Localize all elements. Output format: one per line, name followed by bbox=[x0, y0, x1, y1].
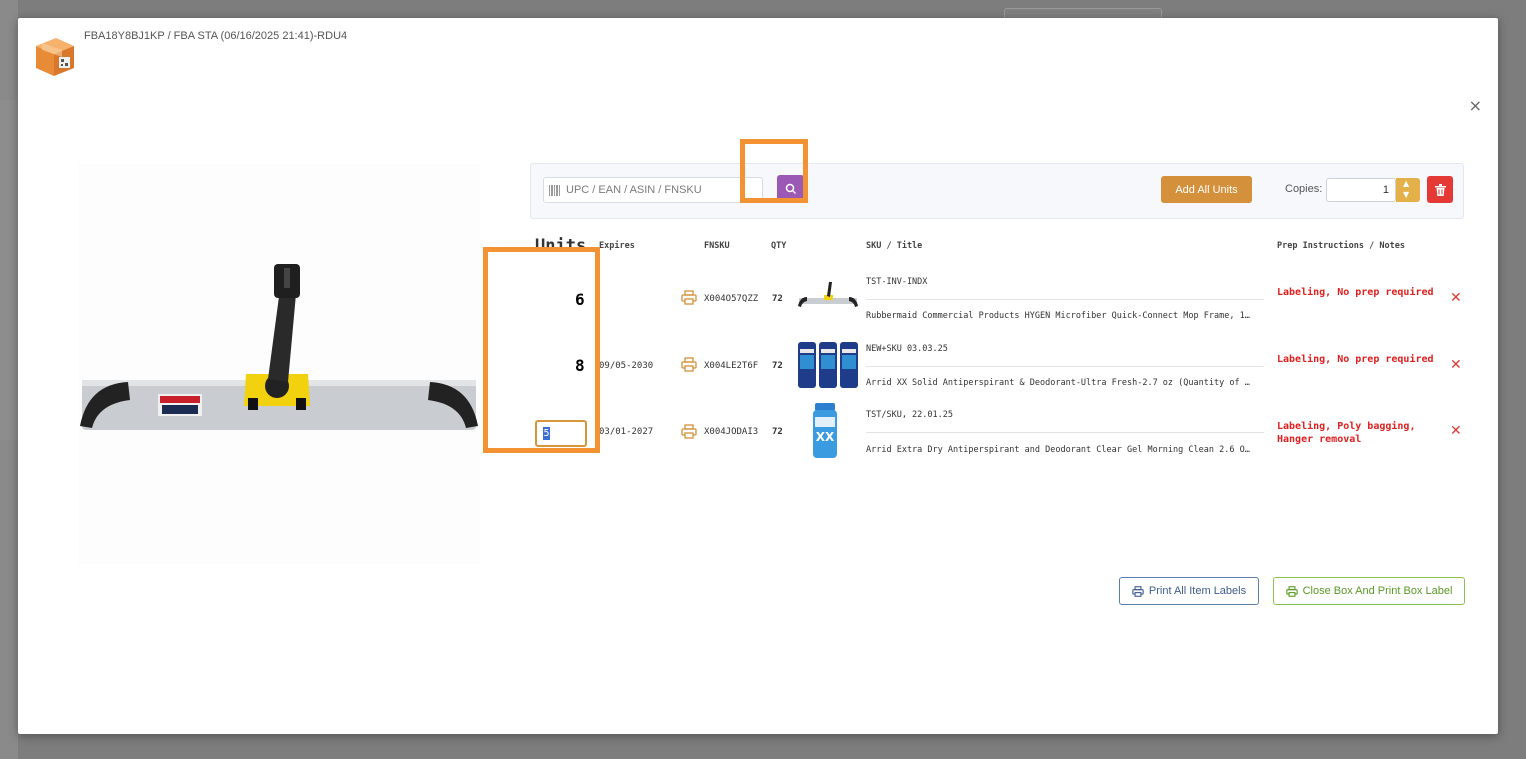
close-icon[interactable]: × bbox=[1469, 98, 1482, 114]
row-sku: TST/SKU, 22.01.25 bbox=[866, 410, 953, 420]
remove-row-icon[interactable]: ✕ bbox=[1450, 291, 1462, 305]
row-divider bbox=[866, 366, 1264, 367]
row-qty: 72 bbox=[772, 427, 783, 437]
close-box-label: Close Box And Print Box Label bbox=[1302, 585, 1453, 597]
header-fnsku: FNSKU bbox=[704, 241, 730, 251]
scan-toolbar: Add All Units Copies: ▲ ▼ bbox=[530, 163, 1464, 219]
row-qty: 72 bbox=[772, 361, 783, 371]
printer-icon[interactable] bbox=[681, 424, 697, 439]
chevron-up-icon[interactable]: ▲ bbox=[1403, 179, 1409, 188]
add-all-units-button[interactable]: Add All Units bbox=[1161, 176, 1252, 203]
barcode-icon bbox=[549, 185, 560, 196]
print-all-item-labels-button[interactable]: Print All Item Labels bbox=[1119, 577, 1259, 605]
printer-icon bbox=[1285, 585, 1298, 597]
search-input[interactable] bbox=[566, 180, 756, 200]
row-divider bbox=[866, 299, 1264, 300]
header-expires: Expires bbox=[599, 241, 635, 251]
trash-icon bbox=[1434, 183, 1446, 196]
background-left-panel bbox=[0, 100, 18, 440]
row-divider bbox=[866, 432, 1264, 433]
printer-icon[interactable] bbox=[681, 357, 697, 372]
row-prep: Labeling, No prep required bbox=[1277, 354, 1434, 365]
box-icon bbox=[36, 38, 74, 76]
print-all-label: Print All Item Labels bbox=[1148, 585, 1247, 597]
remove-row-icon[interactable]: ✕ bbox=[1450, 424, 1462, 438]
header-prep: Prep Instructions / Notes bbox=[1277, 241, 1405, 251]
copies-input[interactable] bbox=[1326, 178, 1396, 202]
product-thumbnail: XX bbox=[813, 403, 837, 458]
product-thumbnail bbox=[798, 282, 858, 307]
row-title: Rubbermaid Commercial Products HYGEN Mic… bbox=[866, 311, 1250, 321]
row-fnsku: X004O57QZZ bbox=[704, 294, 759, 304]
modal-dialog: FBA18Y8BJ1KP / FBA STA (06/16/2025 21:41… bbox=[18, 18, 1498, 734]
header-sku-title: SKU / Title bbox=[866, 241, 923, 251]
svg-text:XX: XX bbox=[816, 430, 835, 444]
row-title: Arrid Extra Dry Antiperspirant and Deodo… bbox=[866, 445, 1250, 455]
search-highlight-frame bbox=[740, 139, 808, 203]
row-expires: 09/05-2030 bbox=[599, 361, 654, 371]
row-title: Arrid XX Solid Antiperspirant & Deodoran… bbox=[866, 378, 1250, 388]
copies-stepper[interactable]: ▲ ▼ bbox=[1396, 178, 1420, 202]
product-thumbnail bbox=[798, 342, 858, 388]
row-expires: 03/01-2027 bbox=[599, 427, 654, 437]
delete-button[interactable] bbox=[1427, 176, 1453, 203]
remove-row-icon[interactable]: ✕ bbox=[1450, 358, 1462, 372]
background-top-button bbox=[1004, 8, 1162, 18]
copies-label: Copies: bbox=[1285, 183, 1323, 195]
row-qty: 72 bbox=[772, 294, 783, 304]
modal-title: FBA18Y8BJ1KP / FBA STA (06/16/2025 21:41… bbox=[84, 30, 348, 42]
row-fnsku: X004LE2T6F bbox=[704, 361, 759, 371]
header-qty: QTY bbox=[771, 241, 787, 251]
row-sku: TST-INV-INDX bbox=[866, 277, 928, 287]
close-box-print-label-button[interactable]: Close Box And Print Box Label bbox=[1273, 577, 1465, 605]
product-image bbox=[78, 164, 480, 564]
printer-icon[interactable] bbox=[681, 290, 697, 305]
units-highlight-frame bbox=[483, 247, 600, 453]
row-sku: NEW+SKU 03.03.25 bbox=[866, 344, 948, 354]
row-prep: Labeling, Poly bagging, Hanger removal bbox=[1277, 421, 1416, 445]
search-field[interactable] bbox=[543, 177, 763, 203]
row-prep: Labeling, No prep required bbox=[1277, 287, 1434, 298]
printer-icon bbox=[1132, 585, 1144, 597]
row-fnsku: X004JODAI3 bbox=[704, 427, 759, 437]
chevron-down-icon[interactable]: ▼ bbox=[1403, 190, 1409, 199]
